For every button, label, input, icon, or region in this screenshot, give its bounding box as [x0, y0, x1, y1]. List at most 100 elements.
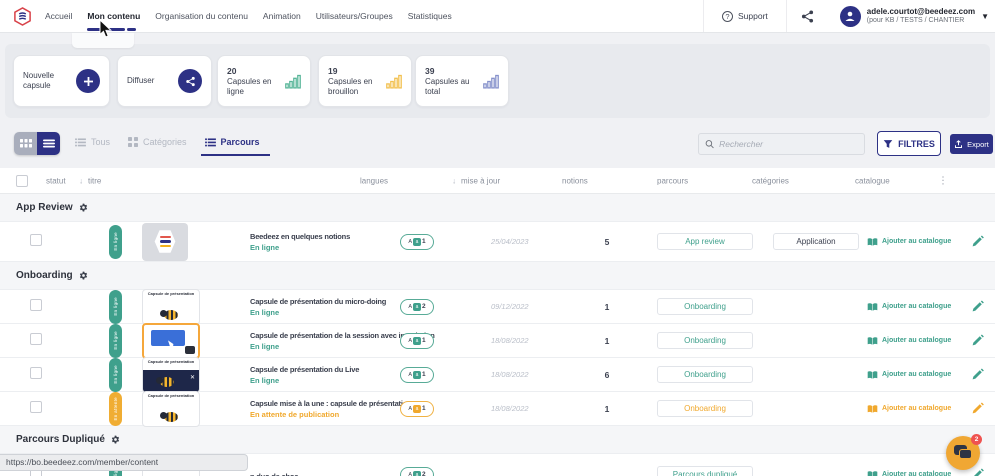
languages-badge[interactable]: A a 1 [400, 233, 434, 250]
add-to-catalog-button[interactable]: Ajouter au catalogue [863, 404, 959, 414]
export-button[interactable]: Export [950, 134, 993, 154]
filters-button[interactable]: FILTRES [877, 131, 941, 156]
add-to-catalog-button[interactable]: Ajouter au catalogue [863, 370, 959, 380]
section-settings-gear-icon[interactable] [79, 271, 88, 280]
add-to-catalog-button[interactable]: Ajouter au catalogue [863, 470, 959, 476]
capsule-title[interactable]: Beedeez en quelques notions [250, 232, 389, 241]
tab-label: Catégories [143, 137, 187, 147]
cards-band: Nouvelle capsule Diffuser 20 Capsules en … [5, 44, 990, 118]
parcours-pill[interactable]: Onboarding [657, 400, 753, 417]
edit-pencil-icon[interactable] [971, 402, 984, 415]
view-toggle[interactable] [14, 132, 60, 155]
column-options-icon[interactable]: ⋮ [938, 175, 948, 186]
edit-pencil-icon[interactable] [971, 334, 984, 347]
parcours-pill[interactable]: Onboarding [657, 298, 753, 315]
col-langues[interactable]: langues [360, 176, 388, 185]
add-to-catalog-button[interactable]: Ajouter au catalogue [863, 302, 959, 312]
diffuse-label: Diffuser [127, 76, 155, 85]
share-icon[interactable] [787, 9, 828, 23]
translate-icon: a [413, 237, 422, 246]
add-to-catalog-button[interactable]: Ajouter au catalogue [863, 336, 959, 346]
row-edit-cell [959, 235, 995, 248]
nav-item-mon-contenu[interactable]: Mon contenu [87, 0, 140, 32]
capsule-title[interactable]: Capsule de présentation du micro-doing [250, 297, 389, 306]
languages-badge[interactable]: A a 1 [400, 332, 434, 349]
capsule-thumbnail[interactable]: Capsule de présentation [142, 390, 200, 427]
languages-badge[interactable]: A a 2 [400, 298, 434, 315]
plus-icon[interactable] [76, 69, 100, 93]
capsule-title[interactable]: Capsule de présentation du Live [250, 365, 389, 374]
languages-badge[interactable]: A a 2 [400, 466, 434, 476]
languages-badge[interactable]: A a 1 [400, 366, 434, 383]
support-button[interactable]: ? Support [704, 10, 786, 22]
chat-widget-button[interactable]: 2 [946, 434, 982, 470]
sort-arrow-icon[interactable]: ↓ [452, 176, 456, 185]
edit-pencil-icon[interactable] [971, 368, 984, 381]
col-categories[interactable]: catégories [752, 176, 789, 185]
col-mise-a-jour[interactable]: mise à jour [461, 176, 500, 185]
capsule-title[interactable]: Capsule de présentation de la session av… [250, 331, 435, 340]
diffuse-button[interactable]: Diffuser [117, 55, 212, 107]
edit-pencil-icon[interactable] [971, 235, 984, 248]
nav-item-organisation-du-contenu[interactable]: Organisation du contenu [155, 0, 248, 32]
search-box[interactable] [698, 133, 865, 155]
languages-count: 1 [422, 405, 426, 412]
nav-item-animation[interactable]: Animation [263, 0, 301, 32]
chevron-down-icon[interactable]: ▼ [981, 12, 989, 21]
category-pill[interactable]: Application [773, 233, 859, 250]
nav-item-utilisateurs-groupes[interactable]: Utilisateurs/Groupes [316, 0, 393, 32]
translate-icon: a [413, 404, 422, 413]
col-catalogue[interactable]: catalogue [855, 176, 890, 185]
row-checkbox[interactable] [30, 332, 42, 345]
capsule-thumbnail[interactable]: Capsule de présentation ✕ [142, 356, 200, 393]
sort-arrow-icon[interactable]: ↓ [79, 176, 83, 185]
grid-view-icon[interactable] [14, 132, 37, 155]
section-settings-gear-icon[interactable] [79, 203, 88, 212]
col-parcours[interactable]: parcours [657, 176, 688, 185]
stat-card-capsules-au-total[interactable]: 39 Capsules au total [415, 55, 509, 107]
capsule-thumbnail[interactable] [142, 222, 188, 261]
row-checkbox[interactable] [30, 233, 42, 246]
parcours-pill[interactable]: Parcours dupliqué [657, 466, 753, 476]
parcours-pill[interactable]: App review [657, 233, 753, 250]
share-icon[interactable] [178, 69, 202, 93]
export-icon [955, 139, 963, 148]
capsule-thumbnail[interactable]: Capsule de présentation [142, 288, 200, 325]
capsule-thumbnail[interactable] [142, 322, 200, 359]
search-input[interactable] [719, 139, 858, 149]
parcours-pill[interactable]: Onboarding [657, 332, 753, 349]
stat-card-capsules-en-brouillon[interactable]: 19 Capsules en brouillon [318, 55, 412, 107]
select-all-checkbox[interactable] [16, 174, 28, 187]
tab-tous[interactable]: Tous [75, 137, 110, 149]
stat-card-capsules-en-ligne[interactable]: 20 Capsules en ligne [217, 55, 311, 107]
row-checkbox[interactable] [30, 366, 42, 379]
row-languages-cell: A a 1 [389, 400, 445, 417]
new-capsule-button[interactable]: Nouvelle capsule [13, 55, 110, 107]
section-settings-gear-icon[interactable] [111, 435, 120, 444]
user-info: adele.courtot@beedeez.com (pour KB / TES… [867, 7, 975, 24]
add-to-catalog-button[interactable]: Ajouter au catalogue [863, 237, 959, 247]
edit-pencil-icon[interactable] [971, 300, 984, 313]
tab-cat-gories[interactable]: Catégories [128, 137, 187, 149]
col-notions[interactable]: notions [562, 176, 588, 185]
row-checkbox[interactable] [30, 298, 42, 311]
row-parcours-cell: Onboarding [641, 332, 769, 349]
nav-item-statistiques[interactable]: Statistiques [408, 0, 452, 32]
list-icon [204, 137, 216, 147]
list-view-icon[interactable] [37, 132, 60, 155]
col-statut[interactable]: statut [46, 176, 66, 185]
beedeez-logo-icon[interactable] [13, 6, 32, 26]
languages-badge[interactable]: A a 1 [400, 400, 434, 417]
edit-pencil-icon[interactable] [971, 468, 984, 476]
parcours-pill[interactable]: Onboarding [657, 366, 753, 383]
user-menu[interactable]: adele.courtot@beedeez.com (pour KB / TES… [828, 5, 995, 27]
tab-parcours[interactable]: Parcours [200, 137, 270, 156]
col-titre[interactable]: titre [88, 176, 101, 185]
row-checkbox[interactable] [30, 400, 42, 413]
capsule-title[interactable]: n duo de choc [250, 472, 389, 476]
nav-item-accueil[interactable]: Accueil [45, 0, 72, 32]
capsule-title[interactable]: Capsule mise à la une : capsule de prése… [250, 399, 412, 408]
row-title-cell: Capsule de présentation du micro-doing E… [246, 297, 389, 317]
row-thumbnail-cell [134, 222, 246, 261]
support-label: Support [738, 11, 768, 21]
